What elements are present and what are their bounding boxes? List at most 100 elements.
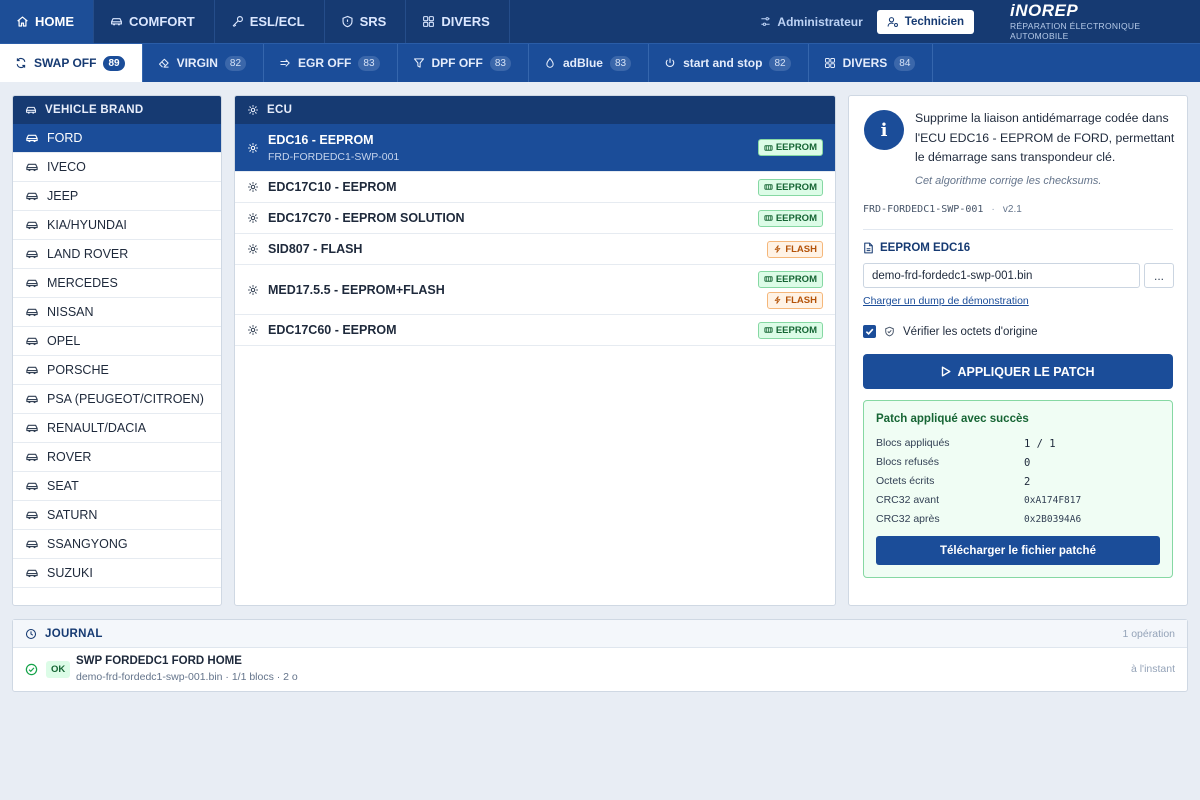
chip-icon	[764, 215, 773, 221]
play-icon	[942, 366, 951, 377]
tab-label: ESL/ECL	[249, 14, 305, 29]
tab-label: COMFORT	[129, 14, 195, 29]
user-gear-icon	[887, 16, 898, 27]
brand-item[interactable]: PSA (PEUGEOT/CITROEN)	[13, 385, 221, 414]
tab-dpf-off[interactable]: DPF OFF 83	[398, 44, 529, 82]
subtab-label: start and stop	[683, 56, 763, 70]
brand-item[interactable]: RENAULT/DACIA	[13, 414, 221, 443]
journal-entry[interactable]: OK SWP FORDEDC1 FORD HOME demo-frd-forde…	[13, 648, 1187, 692]
chip-icon	[764, 144, 773, 151]
shield-check-icon	[885, 326, 894, 337]
brand-label: SSANGYONG	[47, 537, 128, 551]
ecu-reference: FRD-FORDEDC1-SWP-001	[268, 150, 400, 163]
valve-icon	[280, 59, 290, 67]
car-icon	[26, 366, 38, 375]
tag-label: EEPROM	[775, 212, 817, 224]
brand-label: NISSAN	[47, 305, 94, 319]
brand-item[interactable]: OPEL	[13, 327, 221, 356]
function-tabs: SWAP OFF 89 VIRGIN 82 EGR OFF 83 DPF OFF…	[0, 43, 1200, 82]
brand-item[interactable]: IVECO	[13, 153, 221, 182]
ecu-tags: EEPROM	[757, 139, 823, 156]
result-value: 0x2B0394A6	[1024, 514, 1082, 525]
brand-item[interactable]: LAND ROVER	[13, 240, 221, 269]
ecu-item[interactable]: EDC16 - EEPROM FRD-FORDEDC1-SWP-001 EEPROM	[235, 124, 835, 172]
ecu-item[interactable]: EDC17C70 - EEPROM SOLUTION EEPROM	[235, 203, 835, 234]
tab-adblue[interactable]: adBlue 83	[529, 44, 650, 82]
filter-icon	[413, 58, 424, 68]
count-badge: 84	[894, 55, 916, 71]
subtab-label: SWAP OFF	[34, 56, 97, 70]
checksum-note: Cet algorithme corrige les checksums.	[915, 175, 1102, 187]
main-tabs: HOME COMFORT ESL/ECL SRS DIVERS	[0, 0, 510, 43]
browse-file-button[interactable]: ...	[1144, 263, 1174, 288]
key-icon	[232, 16, 243, 28]
brand-item[interactable]: PORSCHE	[13, 356, 221, 385]
administrator-role-button[interactable]: Administrateur	[760, 15, 863, 29]
brand-label: SUZUKI	[47, 566, 93, 580]
download-patched-file-button[interactable]: Télécharger le fichier patché	[876, 536, 1160, 565]
panel-header: ECU	[235, 96, 835, 124]
car-icon	[26, 482, 38, 491]
ecu-item[interactable]: SID807 - FLASH FLASH	[235, 234, 835, 265]
tab-esl-ecl[interactable]: ESL/ECL	[215, 0, 325, 43]
check-icon	[865, 328, 874, 336]
car-icon	[26, 308, 38, 317]
result-label: Blocs appliqués	[876, 437, 950, 449]
brand-item[interactable]: ROVER	[13, 443, 221, 472]
ecu-name: EDC17C70 - EEPROM SOLUTION	[268, 211, 465, 225]
divider	[863, 229, 1173, 230]
grid-icon	[824, 58, 835, 68]
tag-label: EEPROM	[775, 181, 817, 193]
panel-header: VEHICLE BRAND	[13, 96, 221, 124]
tab-label: SRS	[359, 14, 387, 29]
settings-sliders-icon	[761, 17, 771, 26]
gear-icon	[248, 244, 258, 254]
tab-swap-off[interactable]: SWAP OFF 89	[0, 44, 143, 82]
ecu-item[interactable]: EDC17C10 - EEPROM EEPROM	[235, 172, 835, 203]
ecu-item[interactable]: EDC17C60 - EEPROM EEPROM	[235, 315, 835, 346]
tab-start-and-stop[interactable]: start and stop 82	[649, 44, 809, 82]
technician-role-button[interactable]: Technicien	[876, 9, 974, 34]
tab-divers[interactable]: DIVERS	[406, 0, 510, 43]
brand-item[interactable]: KIA/HYUNDAI	[13, 211, 221, 240]
tab-virgin[interactable]: VIRGIN 82	[143, 44, 265, 82]
verify-checkbox[interactable]	[863, 325, 876, 338]
eeprom-tag: EEPROM	[757, 139, 823, 156]
result-label: CRC32 après	[876, 513, 940, 525]
result-label: Blocs refusés	[876, 456, 940, 468]
chip-icon	[764, 327, 773, 333]
logo-tagline: RÉPARATION ÉLECTRONIQUE AUTOMOBILE	[1010, 21, 1141, 41]
grid-icon	[423, 16, 435, 27]
car-icon	[26, 540, 38, 549]
tab-comfort[interactable]: COMFORT	[94, 0, 215, 43]
tag-label: EEPROM	[775, 324, 817, 336]
brand-label: SATURN	[47, 508, 98, 522]
tab-egr-off[interactable]: EGR OFF 83	[264, 44, 398, 82]
tab-home[interactable]: HOME	[0, 0, 94, 43]
ecu-item[interactable]: MED17.5.5 - EEPROM+FLASH EEPROM FLASH	[235, 265, 835, 315]
brand-label: OPEL	[47, 334, 81, 348]
car-icon	[111, 18, 122, 26]
apply-patch-button[interactable]: APPLIQUER LE PATCH	[863, 354, 1173, 389]
ecu-text: EDC17C10 - EEPROM	[268, 180, 749, 194]
ecu-text: EDC16 - EEPROM FRD-FORDEDC1-SWP-001	[268, 133, 749, 163]
brand-label: PORSCHE	[47, 363, 109, 377]
ecu-text: EDC17C70 - EEPROM SOLUTION	[268, 211, 749, 225]
brand-item[interactable]: NISSAN	[13, 298, 221, 327]
eeprom-tag: EEPROM	[757, 321, 823, 339]
tab-divers-functions[interactable]: DIVERS 84	[809, 44, 934, 82]
ecu-tags: EEPROM FLASH	[757, 270, 823, 309]
brand-item[interactable]: JEEP	[13, 182, 221, 211]
brand-item[interactable]: SATURN	[13, 501, 221, 530]
brand-item[interactable]: FORD	[13, 124, 221, 153]
brand-item[interactable]: SSANGYONG	[13, 530, 221, 559]
verify-bytes-option[interactable]: Vérifier les octets d'origine	[863, 325, 1038, 338]
patch-result-box: Patch appliqué avec succès Blocs appliqu…	[863, 400, 1173, 578]
brand-item[interactable]: SEAT	[13, 472, 221, 501]
brand-item[interactable]: MERCEDES	[13, 269, 221, 298]
tab-srs[interactable]: SRS	[325, 0, 407, 43]
eraser-icon	[158, 58, 169, 68]
brand-item[interactable]: SUZUKI	[13, 559, 221, 588]
dump-file-input[interactable]	[863, 263, 1140, 288]
load-demo-dump-link[interactable]: Charger un dump de démonstration	[863, 295, 1029, 307]
